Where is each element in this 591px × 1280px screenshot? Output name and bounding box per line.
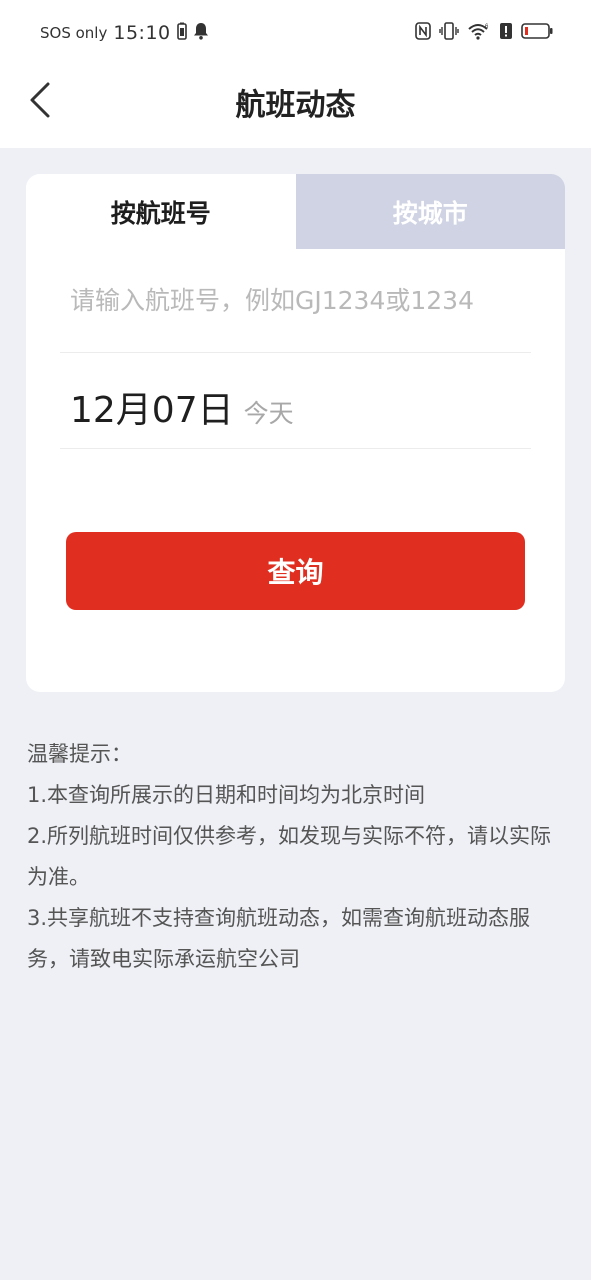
tips-section: 温馨提示： 1.本查询所展示的日期和时间均为北京时间 2.所列航班时间仅供参考，… xyxy=(27,734,562,980)
tip-item: 3.共享航班不支持查询航班动态，如需查询航班动态服务，请致电实际承运航空公司 xyxy=(27,906,531,971)
notification-bell-icon xyxy=(193,22,209,44)
wifi-icon: 6 xyxy=(467,22,491,44)
nfc-icon xyxy=(415,22,431,44)
status-bar: SOS only 15:10 6 xyxy=(0,0,591,66)
sos-text: SOS only xyxy=(40,24,108,42)
tab-by-city[interactable]: 按城市 xyxy=(295,174,565,249)
status-left: SOS only 15:10 xyxy=(40,22,209,44)
tip-item: 2.所列航班时间仅供参考，如发现与实际不符，请以实际为准。 xyxy=(27,824,552,889)
alert-icon xyxy=(499,22,513,44)
tips-title: 温馨提示： xyxy=(27,742,132,766)
flight-number-field xyxy=(60,249,531,353)
status-time: 15:10 xyxy=(113,22,171,44)
date-value: 12月07日 xyxy=(70,390,234,431)
vibrate-icon xyxy=(439,22,459,44)
svg-text:6: 6 xyxy=(485,24,489,30)
status-right: 6 xyxy=(415,22,553,44)
query-button[interactable]: 查询 xyxy=(66,532,525,610)
date-today-hint: 今天 xyxy=(243,399,294,428)
search-tabs: 按航班号 按城市 xyxy=(26,174,565,249)
tab-by-flight-number[interactable]: 按航班号 xyxy=(26,174,296,249)
battery-saver-icon xyxy=(176,22,187,44)
search-card: 按航班号 按城市 12月07日 今天 查询 xyxy=(26,174,565,692)
page-title: 航班动态 xyxy=(235,88,356,123)
nav-bar: 航班动态 xyxy=(0,66,591,148)
date-selector[interactable]: 12月07日 今天 xyxy=(60,353,531,449)
flight-number-input[interactable] xyxy=(60,249,531,352)
tip-item: 1.本查询所展示的日期和时间均为北京时间 xyxy=(27,783,426,807)
battery-icon xyxy=(521,22,553,44)
